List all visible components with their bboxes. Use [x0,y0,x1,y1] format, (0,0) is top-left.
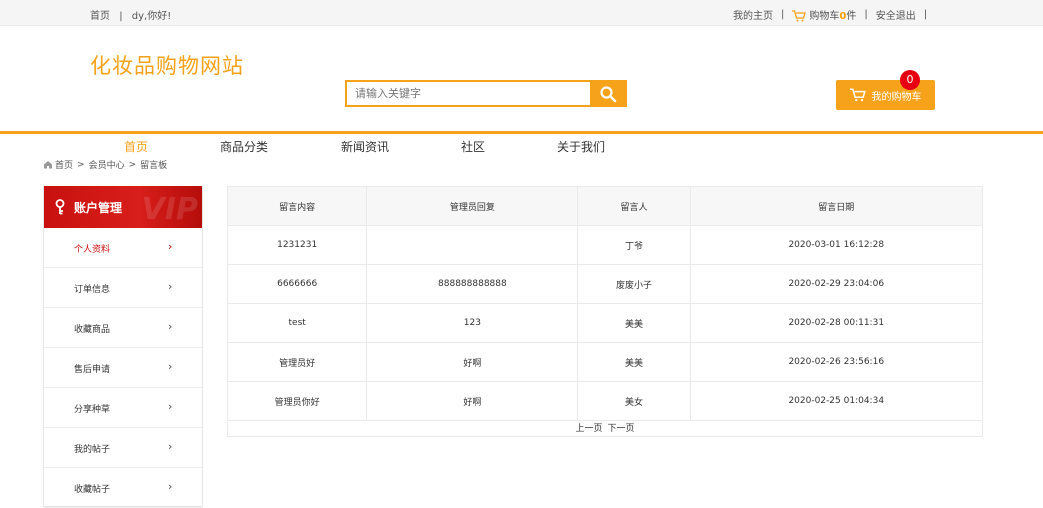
nav-home[interactable]: 首页 [124,138,148,155]
table-cell: 美女 [577,381,691,421]
search-box [345,80,627,107]
top-home-link[interactable]: 首页 [90,11,110,22]
breadcrumb-home[interactable]: 首页 [55,158,73,171]
table-cell: 2020-02-28 00:11:31 [689,303,983,343]
table-row: 管理员好 好啊 美美 2020-02-26 23:56:16 [226,342,983,382]
sidebar-item-orders[interactable]: 订单信息 › [44,268,202,308]
search-button[interactable] [590,82,625,105]
table-cell: 2020-02-26 23:56:16 [689,342,983,382]
prev-page-link[interactable]: 上一页 [576,424,603,434]
sidebar-item-label: 个人资料 [74,245,111,255]
table-cell: 管理员好 [226,342,368,382]
sidebar-item-favorites[interactable]: 收藏商品 › [44,308,202,348]
chevron-right-icon: › [168,400,173,413]
cart-icon [792,10,807,22]
chevron-right-icon: › [168,240,173,253]
top-divider: | [119,11,123,22]
logout-link[interactable]: 安全退出 [876,7,916,22]
table-row: 管理员你好 好啊 美女 2020-02-25 01:04:34 [226,381,983,421]
sidebar-item-after-sales[interactable]: 售后申请 › [44,348,202,388]
pagination: 上一页 下一页 [227,422,983,437]
table-cell: 1231231 [226,225,368,265]
chevron-right-icon: › [168,280,173,293]
table-cell: 2020-02-29 23:04:06 [689,264,983,304]
table-row: 6666666 888888888888 废废小子 2020-02-29 23:… [226,264,983,304]
sidebar-item-share[interactable]: 分享种草 › [44,388,202,428]
breadcrumb-current: 留言板 [140,161,168,171]
sidebar-item-label: 分享种草 [74,405,111,415]
next-page-link[interactable]: 下一页 [607,424,634,434]
greeting: dy,你好! [131,11,172,22]
my-home-link[interactable]: 我的主页 [733,7,773,22]
top-cart-unit: 件 [846,11,857,22]
breadcrumb-separator: > [128,159,137,170]
sidebar-item-profile[interactable]: 个人资料 › [44,228,202,268]
table-cell: 好啊 [366,342,579,382]
breadcrumb: 首页 > 会员中心 > 留言板 [43,158,171,171]
table-cell: 2020-03-01 16:12:28 [689,225,983,265]
vip-watermark: VIP [141,192,198,227]
table-cell: 美美 [577,342,691,382]
cart-icon [849,88,866,102]
search-icon [599,85,616,102]
breadcrumb-member-center[interactable]: 会员中心 [89,158,125,171]
column-header: 留言日期 [689,186,983,226]
sidebar-item-label: 订单信息 [74,285,111,295]
chevron-right-icon: › [168,480,173,493]
sidebar-item-saved-posts[interactable]: 收藏帖子 › [44,468,202,508]
account-sidebar: 账户管理 VIP 个人资料 › 订单信息 › 收藏商品 › 售后申请 › 分享种草 › 我… [43,186,203,508]
top-cart-link[interactable]: 购物车0件 [792,7,856,22]
breadcrumb-separator: > [77,159,85,170]
table-cell: test [226,303,368,343]
table-cell: 废废小子 [577,264,691,304]
top-divider: | [781,9,785,20]
sidebar-item-label: 收藏帖子 [74,485,111,495]
message-table: 留言内容 管理员回复 留言人 留言日期 1231231 丁爷 2020-03-0… [226,186,983,421]
chevron-right-icon: › [168,320,173,333]
column-header: 留言内容 [226,186,368,226]
chevron-right-icon: › [168,440,173,453]
site-header: 化妆品购物网站 我的购物车 0 首页 商品分类 新闻资讯 社区 关于我们 [0,26,1043,154]
chevron-right-icon: › [168,360,173,373]
table-cell: 管理员你好 [226,381,368,421]
table-cell: 美美 [577,303,691,343]
table-cell: 6666666 [226,264,368,304]
top-bar: 首页 | dy,你好! 我的主页 | 购物车0件 | 安全退出 | [0,0,1043,26]
main-nav: 首页 商品分类 新闻资讯 社区 关于我们 [0,136,1043,156]
table-cell: 丁爷 [577,225,691,265]
table-cell [366,225,579,265]
sidebar-item-label: 我的帖子 [74,445,111,455]
nav-categories[interactable]: 商品分类 [220,138,268,155]
search-input[interactable] [347,82,590,105]
column-header: 留言人 [577,186,691,226]
table-cell: 2020-02-25 01:04:34 [689,381,983,421]
table-row: test 123 美美 2020-02-28 00:11:31 [226,303,983,343]
top-divider: | [923,9,928,20]
table-cell: 888888888888 [366,264,579,304]
sidebar-item-my-posts[interactable]: 我的帖子 › [44,428,202,468]
top-divider: | [864,9,868,20]
top-cart-label: 购物车 [809,11,840,22]
nav-about[interactable]: 关于我们 [557,138,605,155]
table-cell: 好啊 [366,381,579,421]
cart-count-badge: 0 [900,70,920,90]
table-cell: 123 [366,303,579,343]
key-icon [55,199,65,215]
my-cart-label: 我的购物车 [871,91,922,103]
sidebar-header: 账户管理 VIP [44,186,202,228]
sidebar-title: 账户管理 [74,200,123,215]
table-row: 1231231 丁爷 2020-03-01 16:12:28 [226,225,983,265]
nav-news[interactable]: 新闻资讯 [341,138,389,155]
sidebar-item-label: 收藏商品 [74,325,111,335]
my-cart-button[interactable]: 我的购物车 0 [836,70,935,110]
site-logo[interactable]: 化妆品购物网站 [90,50,244,80]
table-header-row: 留言内容 管理员回复 留言人 留言日期 [226,186,983,226]
nav-community[interactable]: 社区 [461,138,485,155]
sidebar-item-label: 售后申请 [74,365,111,375]
home-icon [44,161,52,169]
column-header: 管理员回复 [366,186,579,226]
